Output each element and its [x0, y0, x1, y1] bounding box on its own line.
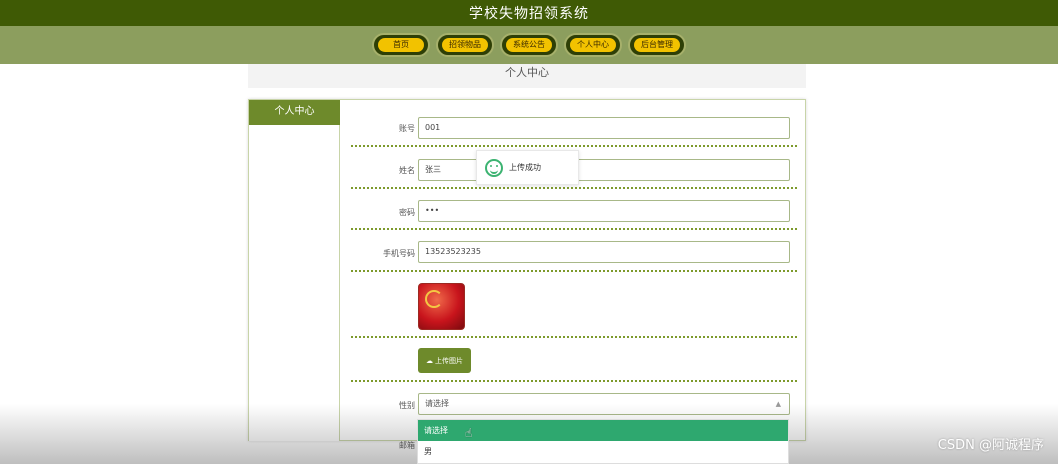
upload-label: 上传图片	[435, 356, 463, 365]
upload-row: ☁ 上传图片	[351, 338, 797, 382]
main-nav: 首页 招领物品 系统公告 个人中心 后台管理	[0, 26, 1058, 64]
email-label: 邮箱	[399, 441, 415, 450]
gender-select-value: 请选择	[425, 399, 449, 408]
gender-label: 性别	[399, 401, 415, 410]
watermark: CSDN @阿诚程序	[937, 438, 1044, 453]
nav-announcements-label: 系统公告	[506, 38, 552, 52]
gender-option-male[interactable]: 男	[418, 441, 788, 462]
nav-home[interactable]: 首页	[372, 33, 430, 57]
phone-label: 手机号码	[383, 249, 415, 258]
gender-option-placeholder[interactable]: 请选择	[418, 420, 788, 441]
account-label: 账号	[399, 124, 415, 133]
nav-lost-items-label: 招领物品	[442, 38, 488, 52]
nav-personal-center-label: 个人中心	[570, 38, 616, 52]
nav-admin[interactable]: 后台管理	[628, 33, 686, 57]
password-row: 密码 •••	[351, 189, 797, 230]
password-label: 密码	[399, 208, 415, 217]
name-label: 姓名	[399, 166, 415, 175]
sidebar-title[interactable]: 个人中心	[249, 100, 340, 125]
cloud-upload-icon: ☁	[426, 356, 433, 365]
password-field[interactable]: •••	[418, 200, 790, 222]
nav-home-label: 首页	[378, 38, 424, 52]
avatar-image[interactable]	[418, 283, 465, 330]
phone-field[interactable]: 13523523235	[418, 241, 790, 263]
avatar-row	[351, 272, 797, 338]
nav-admin-label: 后台管理	[634, 38, 680, 52]
toast-message: 上传成功	[509, 163, 541, 172]
app-title: 学校失物招领系统	[469, 6, 589, 22]
page-title: 个人中心	[248, 64, 806, 88]
chevron-up-icon: ▲	[775, 400, 781, 408]
nav-lost-items[interactable]: 招领物品	[436, 33, 494, 57]
account-field[interactable]: 001	[418, 117, 790, 139]
gender-dropdown: 请选择 男	[417, 419, 789, 464]
sidebar	[249, 125, 340, 441]
name-field[interactable]: 张三	[418, 159, 790, 181]
account-row: 账号 001	[351, 100, 797, 147]
pointer-cursor-icon: ☝	[465, 426, 473, 440]
smile-icon	[485, 158, 503, 177]
gender-select[interactable]: 请选择 ▲	[418, 393, 790, 415]
top-bar: 学校失物招领系统	[0, 0, 1058, 26]
nav-announcements[interactable]: 系统公告	[500, 33, 558, 57]
nav-personal-center[interactable]: 个人中心	[564, 33, 622, 57]
upload-success-toast: 上传成功	[476, 150, 579, 185]
upload-image-button[interactable]: ☁ 上传图片	[418, 348, 471, 373]
phone-row: 手机号码 13523523235	[351, 230, 797, 272]
